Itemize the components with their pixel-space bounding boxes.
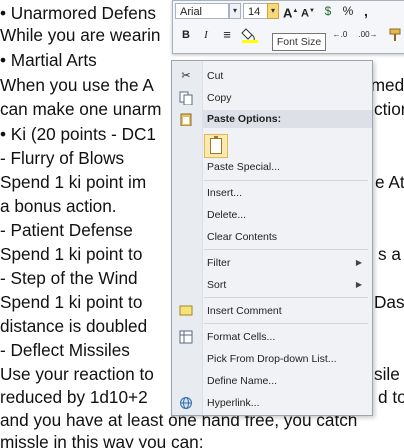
font-size-tooltip: Font Size: [272, 33, 326, 51]
menu-item-cut[interactable]: ✂ Cut: [172, 66, 372, 86]
submenu-arrow-icon: ▶: [355, 258, 362, 267]
font-size-box[interactable]: 14: [243, 3, 269, 19]
menu-separator: [204, 249, 368, 250]
menu-item-sort[interactable]: Sort ▶: [172, 275, 372, 295]
text-line: - Deflect Missiles: [0, 340, 130, 360]
menu-item-pick-from-list[interactable]: Pick From Drop-down List...: [172, 349, 372, 369]
decrease-decimal-button[interactable]: .00→: [355, 27, 381, 43]
menu-item-paste-special[interactable]: Paste Special...: [172, 157, 372, 177]
text-line: • Martial Arts: [0, 50, 97, 70]
menu-item-label: Filter: [207, 257, 231, 269]
format-painter-button[interactable]: [387, 25, 404, 41]
menu-item-delete[interactable]: Delete...: [172, 205, 372, 225]
text-line-tail: d to: [378, 387, 404, 407]
format-cells-icon: [179, 330, 193, 344]
text-line-tail: ction: [374, 99, 404, 119]
text-line: Use your reaction to: [0, 364, 154, 384]
menu-item-define-name[interactable]: Define Name...: [172, 371, 372, 391]
menu-item-label: Clear Contents: [207, 231, 278, 243]
context-menu: ✂ Cut Copy Paste Options: Paste Special.…: [171, 60, 373, 416]
italic-button[interactable]: I: [199, 27, 213, 43]
clipboard-icon: [179, 112, 193, 127]
font-size-dropdown-button[interactable]: ▾: [267, 3, 279, 19]
text-line: - Step of the Wind: [0, 268, 138, 288]
text-line-tail: e At: [375, 172, 404, 192]
text-line: Spend 1 ki point to: [0, 292, 143, 312]
paste-options-header: Paste Options:: [202, 110, 372, 128]
currency-button[interactable]: $: [319, 3, 337, 19]
align-center-button[interactable]: ≡: [219, 27, 235, 43]
fill-color-button[interactable]: [241, 25, 263, 43]
shrink-font-button[interactable]: A▼: [301, 3, 315, 20]
text-line-tail: sile w: [374, 364, 404, 384]
comma-style-button[interactable]: ,: [359, 3, 373, 19]
menu-item-label: Insert Comment: [207, 305, 282, 317]
text-line: • Unarmored Defens: [0, 3, 156, 23]
menu-item-label: Format Cells...: [207, 331, 276, 343]
scissors-icon: ✂: [181, 70, 191, 82]
text-line: - Flurry of Blows: [0, 148, 125, 168]
text-line: • Ki (20 points - DC1: [0, 124, 156, 144]
paintbrush-icon: [389, 28, 401, 41]
paint-bucket-icon: [241, 28, 258, 43]
menu-item-format-cells[interactable]: Format Cells...: [172, 327, 372, 347]
font-name-dropdown-button[interactable]: ▾: [229, 3, 241, 19]
text-line-tail: Dash: [374, 292, 404, 312]
bold-button[interactable]: B: [179, 27, 193, 43]
menu-separator: [204, 180, 368, 181]
text-line: When you use the A: [0, 75, 154, 95]
menu-item-label: Pick From Drop-down List...: [207, 353, 337, 365]
text-line: distance is doubled: [0, 316, 148, 336]
paste-option-button[interactable]: [204, 134, 228, 158]
globe-link-icon: [179, 396, 193, 410]
shrink-font-icon: A: [301, 7, 309, 20]
menu-separator: [204, 297, 368, 298]
comment-icon: [179, 304, 193, 318]
text-line: Spend 1 ki point to: [0, 244, 143, 264]
menu-item-hyperlink[interactable]: Hyperlink...: [172, 393, 372, 413]
text-line: - Patient Defense: [0, 220, 133, 240]
menu-item-insert-comment[interactable]: Insert Comment: [172, 301, 372, 321]
menu-item-label: Copy: [207, 92, 232, 104]
menu-item-label: Paste Special...: [207, 161, 280, 173]
text-line: missle in this way you can:: [0, 432, 204, 448]
font-name-box[interactable]: Arial: [175, 3, 229, 19]
text-line: While you are wearin: [0, 25, 161, 45]
paste-clipboard-icon: [210, 136, 222, 154]
menu-item-clear-contents[interactable]: Clear Contents: [172, 227, 372, 247]
menu-item-label: Hyperlink...: [207, 397, 260, 409]
menu-item-insert[interactable]: Insert...: [172, 183, 372, 203]
text-line-tail: s a: [378, 244, 401, 264]
text-line: can make one unarm: [0, 99, 162, 119]
percent-button[interactable]: %: [341, 3, 355, 19]
menu-item-label: Sort: [207, 279, 227, 291]
increase-decimal-button[interactable]: ←.0: [329, 27, 351, 43]
text-line: reduced by 1d10+2: [0, 387, 148, 407]
menu-item-label: Insert...: [207, 187, 243, 199]
text-line: Spend 1 ki point im: [0, 172, 147, 192]
menu-item-label: Define Name...: [207, 375, 278, 387]
menu-item-label: Cut: [207, 70, 224, 82]
submenu-arrow-icon: ▶: [355, 280, 362, 289]
menu-item-filter[interactable]: Filter ▶: [172, 253, 372, 273]
menu-separator: [204, 323, 368, 324]
menu-item-label: Delete...: [207, 209, 247, 221]
menu-item-copy[interactable]: Copy: [172, 88, 372, 108]
grow-font-button[interactable]: A▲: [283, 3, 298, 21]
copy-icon: [179, 91, 193, 106]
text-line: a bonus action.: [0, 196, 117, 216]
grow-font-icon: A: [283, 5, 293, 21]
